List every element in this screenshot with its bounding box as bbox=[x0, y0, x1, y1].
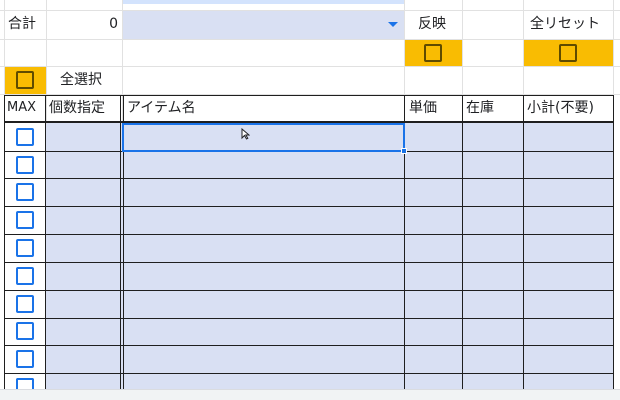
row-max-checkbox[interactable] bbox=[16, 378, 34, 389]
row-max-checkbox[interactable] bbox=[16, 183, 34, 201]
header-item-name: アイテム名 bbox=[127, 100, 196, 116]
row-max-checkbox[interactable] bbox=[16, 267, 34, 285]
row-max-checkbox[interactable] bbox=[16, 295, 34, 313]
row-max-checkbox[interactable] bbox=[16, 322, 34, 340]
select-all-label: 全選択 bbox=[60, 72, 102, 88]
header-quantity: 個数指定 bbox=[49, 100, 105, 116]
header-unit-price: 単価 bbox=[409, 100, 437, 116]
row-max-checkbox[interactable] bbox=[16, 128, 34, 146]
select-all-checkbox[interactable] bbox=[16, 71, 34, 89]
reset-label: 全リセット bbox=[530, 16, 600, 32]
item-select-dropdown[interactable] bbox=[123, 11, 404, 39]
header-subtotal: 小計(不要) bbox=[527, 100, 594, 116]
total-label: 合計 bbox=[8, 16, 36, 32]
item-rows-area bbox=[46, 123, 613, 389]
apply-label: 反映 bbox=[418, 16, 446, 32]
reset-checkbox[interactable] bbox=[559, 44, 577, 62]
row-max-checkbox[interactable] bbox=[16, 156, 34, 174]
row-max-checkbox[interactable] bbox=[16, 239, 34, 257]
dropdown-arrow-icon[interactable] bbox=[388, 22, 398, 27]
apply-checkbox[interactable] bbox=[424, 44, 442, 62]
selected-item-name-cell[interactable] bbox=[122, 123, 405, 152]
row-max-checkbox[interactable] bbox=[16, 350, 34, 368]
header-max: MAX bbox=[7, 100, 37, 115]
row-max-checkbox[interactable] bbox=[16, 211, 34, 229]
header-stock: 在庫 bbox=[466, 100, 494, 116]
total-value: 0 bbox=[109, 16, 118, 32]
fill-handle[interactable] bbox=[401, 148, 407, 154]
bottom-edge bbox=[0, 389, 620, 400]
cursor-icon bbox=[241, 128, 250, 140]
column-header-strip bbox=[123, 0, 404, 4]
